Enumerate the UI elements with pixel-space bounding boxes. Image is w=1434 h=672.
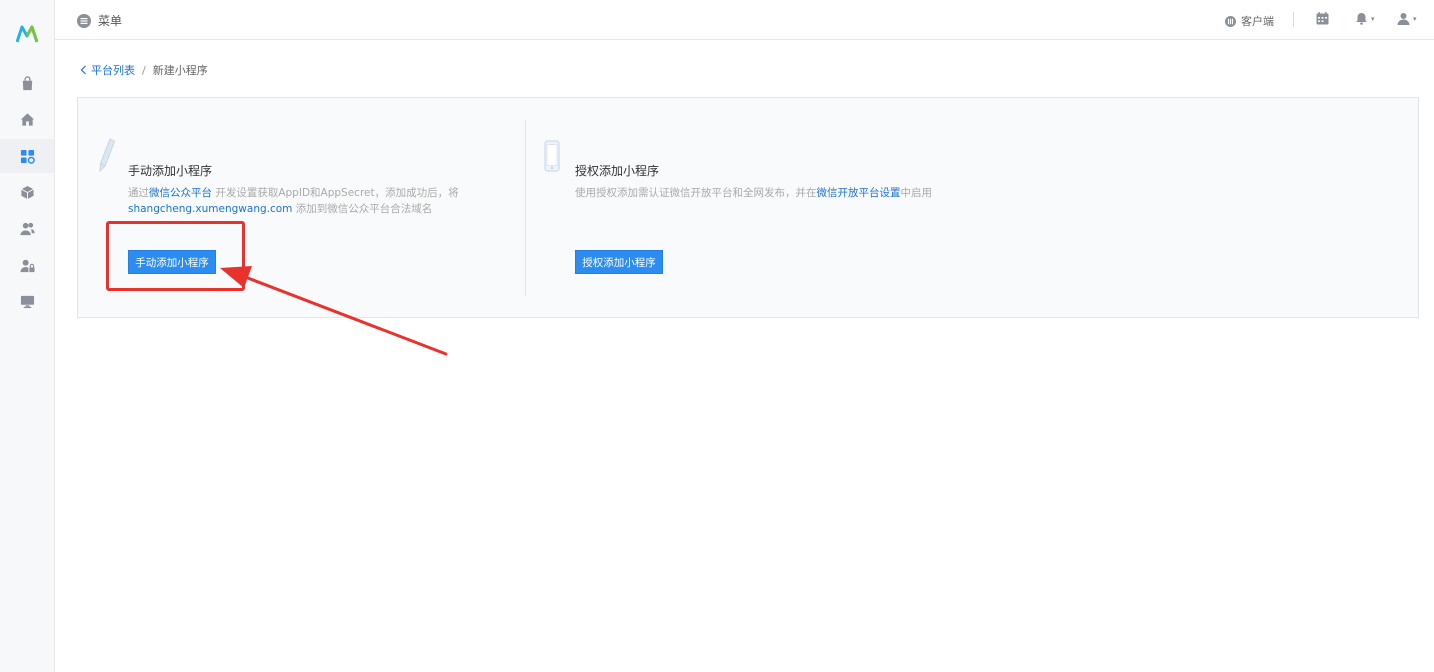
sidebar-item-monitor[interactable] — [0, 284, 54, 318]
sidebar-item-home[interactable] — [0, 102, 54, 136]
domain-link[interactable]: shangcheng.xumengwang.com — [128, 203, 292, 215]
menu-label: 菜单 — [98, 14, 123, 28]
breadcrumb-back-label: 平台列表 — [91, 64, 135, 77]
menu-list-icon — [77, 13, 91, 28]
wechat-open-platform-link[interactable]: 微信开放平台设置 — [817, 187, 901, 199]
phone-icon — [544, 140, 560, 172]
calendar-button[interactable] — [1316, 12, 1329, 25]
sidebar — [0, 0, 55, 672]
user-lock-icon — [19, 259, 35, 272]
calendar-icon — [1316, 12, 1329, 25]
client-label: 客户端 — [1241, 15, 1274, 28]
breadcrumb: 平台列表 / 新建小程序 — [80, 62, 208, 78]
sidebar-item-users[interactable] — [0, 211, 54, 245]
shopping-bag-icon — [22, 75, 32, 90]
user-menu-button[interactable]: ▾ — [1397, 12, 1417, 25]
sidebar-item-apps[interactable] — [0, 139, 54, 173]
sidebar-item-shop[interactable] — [0, 66, 54, 100]
wechat-mp-link[interactable]: 微信公众平台 — [149, 187, 212, 199]
menu-toggle[interactable]: 菜单 — [77, 12, 122, 29]
breadcrumb-separator: / — [142, 63, 146, 77]
chevron-down-icon: ▾ — [1413, 14, 1417, 23]
brand-logo[interactable] — [16, 24, 38, 44]
auth-add-button[interactable]: 授权添加小程序 — [575, 250, 663, 274]
sidebar-item-package[interactable] — [0, 175, 54, 209]
users-icon — [19, 222, 35, 235]
home-icon — [20, 112, 34, 126]
topbar: 菜单 客户端 ▾ ▾ — [55, 0, 1434, 40]
auth-card-title: 授权添加小程序 — [575, 164, 660, 178]
manual-card-title: 手动添加小程序 — [128, 164, 213, 178]
sidebar-item-permissions[interactable] — [0, 248, 54, 282]
manual-desc-prefix: 通过 — [128, 187, 149, 199]
client-icon — [1225, 15, 1236, 27]
bell-icon — [1356, 13, 1367, 25]
pen-icon — [99, 138, 116, 172]
manual-desc-mid: 开发设置获取AppID和AppSecret，添加成功后，将 — [212, 187, 459, 199]
chevron-left-icon — [80, 65, 86, 75]
package-icon — [20, 185, 34, 199]
breadcrumb-back-link[interactable]: 平台列表 — [80, 62, 135, 78]
auth-desc-suffix: 中启用 — [900, 187, 933, 199]
notification-button[interactable]: ▾ — [1355, 12, 1375, 25]
manual-card-description: 通过微信公众平台 开发设置获取AppID和AppSecret，添加成功后，将 s… — [128, 185, 459, 217]
auth-card-description: 使用授权添加需认证微信开放平台和全网发布，并在微信开放平台设置中启用 — [575, 185, 932, 201]
panel-divider — [525, 120, 526, 296]
client-link[interactable]: 客户端 — [1225, 13, 1274, 29]
breadcrumb-current: 新建小程序 — [152, 64, 208, 77]
user-avatar-icon — [1397, 13, 1410, 25]
auth-desc-prefix: 使用授权添加需认证微信开放平台和全网发布，并在 — [575, 187, 817, 199]
monitor-icon — [20, 295, 34, 308]
annotation-highlight-box — [106, 221, 245, 291]
apps-icon — [20, 149, 35, 164]
chevron-down-icon: ▾ — [1371, 14, 1375, 23]
add-miniprogram-panel: 手动添加小程序 通过微信公众平台 开发设置获取AppID和AppSecret，添… — [77, 97, 1419, 318]
topbar-divider — [1293, 12, 1294, 27]
manual-desc-suffix: 添加到微信公众平台合法域名 — [292, 203, 433, 215]
